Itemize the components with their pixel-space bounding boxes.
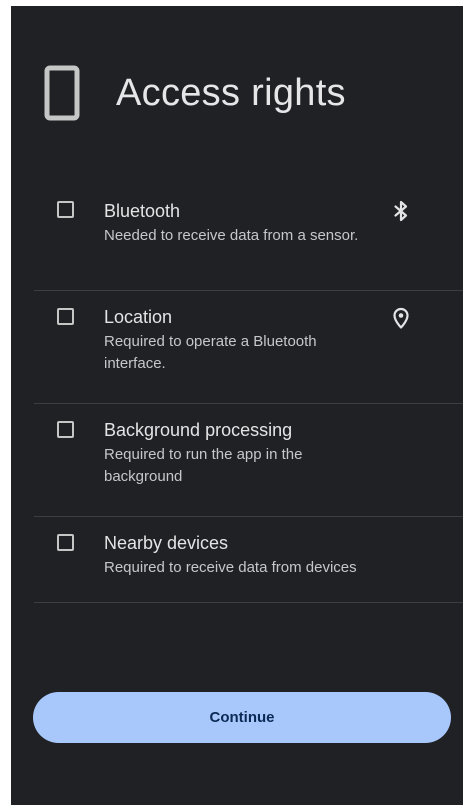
nearby-devices-checkbox[interactable] <box>57 534 74 551</box>
location-pin-icon <box>393 307 409 329</box>
permission-item-bluetooth[interactable]: Bluetooth Needed to receive data from a … <box>34 184 463 291</box>
permission-description: Required to receive data from devices <box>104 559 357 576</box>
permission-item-location[interactable]: Location Required to operate a Bluetooth… <box>34 291 463 404</box>
page-header: Access rights <box>44 64 346 122</box>
permission-item-background-processing[interactable]: Background processing Required to run th… <box>34 404 463 517</box>
page-title: Access rights <box>116 72 346 114</box>
bluetooth-icon <box>394 200 408 222</box>
permission-title: Background processing <box>104 420 293 440</box>
permission-text: Background processing Required to run th… <box>104 418 459 488</box>
permission-description: Required to operate a Bluetooth interfac… <box>104 333 317 372</box>
continue-button[interactable]: Continue <box>33 692 451 743</box>
permission-description: Required to run the app in the backgroun… <box>104 446 303 485</box>
background-processing-checkbox[interactable] <box>57 421 74 438</box>
permission-description: Needed to receive data from a sensor. <box>104 227 359 244</box>
location-checkbox[interactable] <box>57 308 74 325</box>
permission-item-nearby-devices[interactable]: Nearby devices Required to receive data … <box>34 517 463 603</box>
permissions-list: Bluetooth Needed to receive data from a … <box>34 184 463 603</box>
app-screen: Access rights Bluetooth Needed to receiv… <box>11 6 463 805</box>
bluetooth-checkbox[interactable] <box>57 201 74 218</box>
phone-icon <box>44 65 80 121</box>
permission-text: Nearby devices Required to receive data … <box>104 531 459 579</box>
permission-title: Nearby devices <box>104 533 229 553</box>
